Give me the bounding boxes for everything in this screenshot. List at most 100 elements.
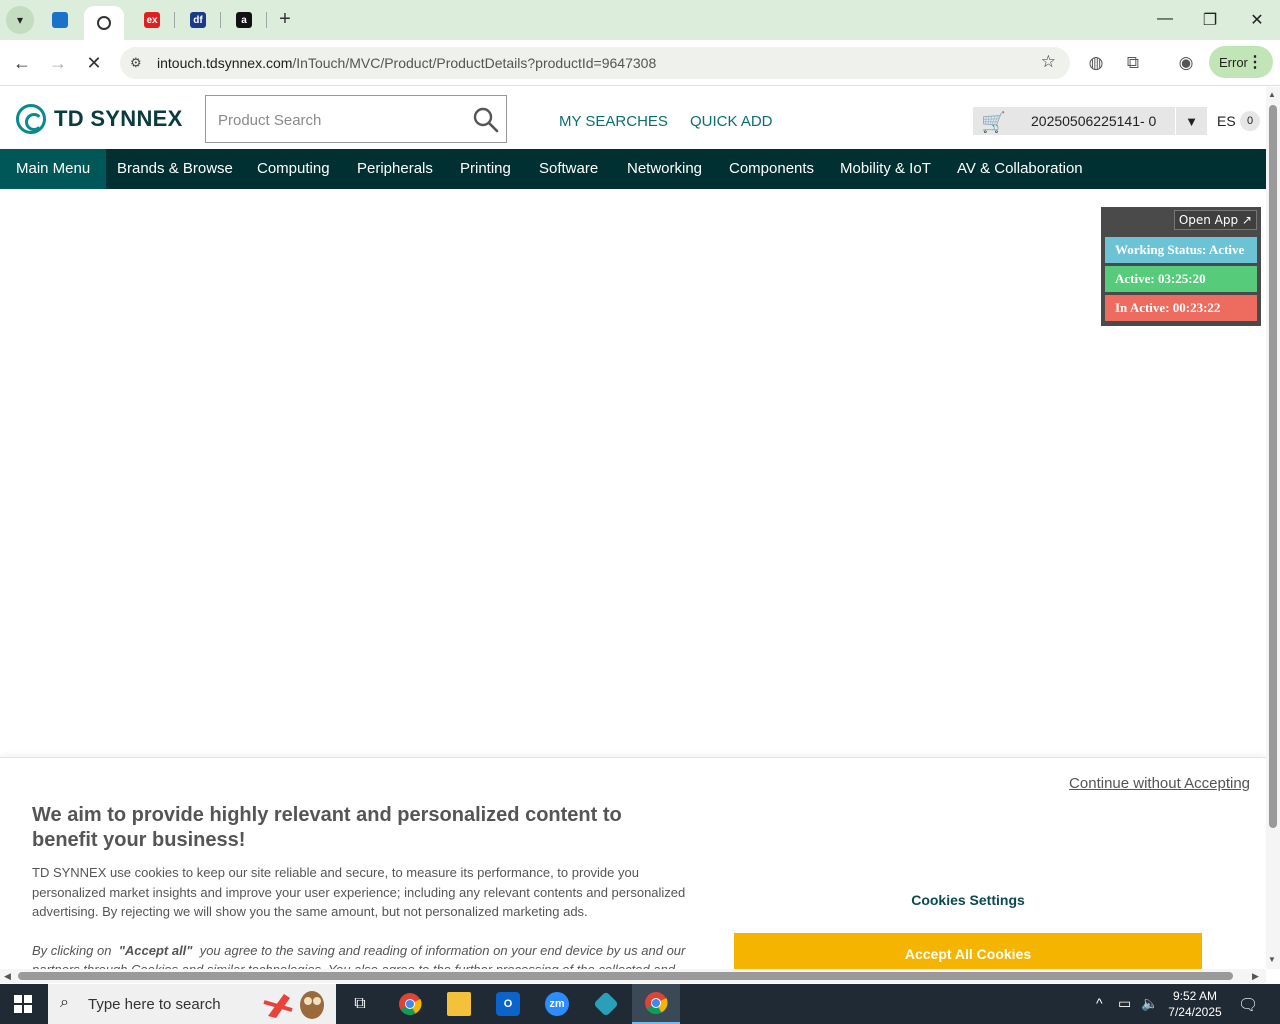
- bookmark-star-icon[interactable]: ☆: [1041, 52, 1056, 72]
- cookie-banner-title: We aim to provide highly relevant and pe…: [32, 804, 622, 851]
- browser-tab-1[interactable]: [40, 6, 80, 34]
- nav-software[interactable]: Software: [539, 149, 598, 189]
- scroll-right-arrow-icon[interactable]: ▶: [1252, 971, 1259, 982]
- search-highlight-illustration-icon: [263, 991, 324, 1019]
- cart-dropdown-caret-icon[interactable]: ▼: [1175, 107, 1207, 135]
- minimize-icon[interactable]: —: [1155, 10, 1175, 28]
- windows-taskbar: ⌕ Type here to search ⧉ O zm ^ ▭ 🔈 9:52 …: [0, 984, 1280, 1024]
- horizontal-scroll-thumb[interactable]: [18, 972, 1233, 980]
- profile-icon[interactable]: ◉: [1176, 53, 1196, 73]
- chrome-logo-icon: [645, 992, 668, 1014]
- browser-tab-2-active[interactable]: [84, 6, 124, 40]
- product-search-input[interactable]: [218, 108, 468, 132]
- volume-icon[interactable]: 🔈: [1141, 995, 1158, 1012]
- cookie-consent-text: By clicking on "Accept all" you agree to…: [32, 941, 697, 969]
- more-options-icon[interactable]: ⋮: [1247, 52, 1263, 72]
- extensions-puzzle-icon[interactable]: ⧉: [1123, 53, 1143, 73]
- browser-toolbar: ← → ✕ ⚙ intouch.tdsynnex.com/InTouch/MVC…: [0, 40, 1280, 86]
- language-selector[interactable]: ES: [1217, 113, 1236, 129]
- url-path: /InTouch/MVC/Product/ProductDetails?prod…: [292, 55, 657, 71]
- back-arrow-icon[interactable]: ←: [11, 52, 33, 74]
- consent-emphasis: "Accept all": [118, 943, 193, 958]
- continue-without-accepting-link[interactable]: Continue without Accepting: [1069, 775, 1250, 792]
- clock-time: 9:52 AM: [1172, 989, 1218, 1003]
- tab-separator: [220, 12, 221, 28]
- app-diamond-icon[interactable]: [582, 984, 630, 1024]
- taskbar-search-placeholder: Type here to search: [88, 996, 221, 1013]
- tab-favicon-tdsynnex-icon: [97, 16, 111, 30]
- search-icon: ⌕: [60, 994, 69, 1011]
- url-text[interactable]: intouch.tdsynnex.com/InTouch/MVC/Product…: [157, 55, 656, 71]
- nav-av-collaboration[interactable]: AV & Collaboration: [957, 149, 1083, 189]
- language-count-badge: 0: [1240, 111, 1260, 131]
- cookie-banner-body: TD SYNNEX use cookies to keep our site r…: [32, 865, 686, 920]
- open-app-button[interactable]: Open App ↗: [1173, 210, 1257, 230]
- chrome-taskbar-icon[interactable]: [386, 984, 434, 1024]
- tab-favicon-df-icon: df: [190, 12, 206, 28]
- forward-arrow-icon[interactable]: →: [47, 52, 69, 74]
- horizontal-scrollbar[interactable]: ◀ ▶: [0, 969, 1266, 983]
- cookies-settings-button[interactable]: Cookies Settings: [734, 892, 1202, 908]
- tab-separator: [266, 12, 267, 28]
- scroll-up-arrow-icon[interactable]: ▲: [1268, 90, 1276, 99]
- active-time-row: Active: 03:25:20: [1105, 266, 1257, 292]
- nav-main-menu[interactable]: Main Menu: [0, 149, 107, 189]
- consent-prefix: By clicking on: [32, 943, 112, 958]
- url-host: intouch.tdsynnex.com: [157, 55, 293, 71]
- td-synnex-logo[interactable]: TD SYNNEX: [16, 104, 183, 134]
- clock-date: 7/24/2025: [1168, 1005, 1222, 1019]
- nav-components[interactable]: Components: [729, 149, 814, 189]
- accept-all-cookies-button[interactable]: Accept All Cookies: [734, 933, 1202, 969]
- inactive-time-row: In Active: 00:23:22: [1105, 295, 1257, 321]
- address-bar[interactable]: ⚙ intouch.tdsynnex.com/InTouch/MVC/Produ…: [120, 47, 1070, 79]
- browser-tab-strip: ▾ ex df a + — ❐ ✕: [0, 0, 1280, 40]
- zoom-icon[interactable]: zm: [533, 984, 581, 1024]
- vertical-scroll-thumb[interactable]: [1269, 105, 1277, 828]
- close-window-icon[interactable]: ✕: [1247, 10, 1267, 30]
- working-status-widget: Open App ↗ Working Status: Active Active…: [1101, 207, 1261, 326]
- search-icon[interactable]: [472, 106, 500, 134]
- file-explorer-icon[interactable]: [435, 984, 483, 1024]
- system-clock[interactable]: 9:52 AM 7/24/2025: [1160, 988, 1230, 1020]
- notification-center-icon[interactable]: 🗨: [1238, 995, 1258, 1015]
- network-icon[interactable]: ▭: [1118, 995, 1131, 1012]
- working-status-row: Working Status: Active: [1105, 237, 1257, 263]
- scroll-left-arrow-icon[interactable]: ◀: [4, 971, 11, 982]
- browser-error-button[interactable]: Error ⋮: [1209, 46, 1273, 78]
- nav-printing[interactable]: Printing: [460, 149, 511, 189]
- vertical-scrollbar[interactable]: ▲ ▼: [1266, 87, 1280, 969]
- tab-search-menu-button[interactable]: ▾: [6, 6, 34, 34]
- outlook-icon[interactable]: O: [484, 984, 532, 1024]
- nav-computing[interactable]: Computing: [257, 149, 330, 189]
- product-search-box: [205, 95, 507, 143]
- task-view-icon[interactable]: ⧉: [336, 984, 384, 1024]
- my-searches-link[interactable]: MY SEARCHES: [559, 113, 668, 130]
- browser-tab-5[interactable]: a: [224, 6, 264, 34]
- nav-mobility-iot[interactable]: Mobility & IoT: [840, 149, 931, 189]
- site-header: TD SYNNEX MY SEARCHES QUICK ADD 🛒 202505…: [0, 87, 1266, 149]
- cart-label: 20250506225141- 0: [1031, 113, 1157, 129]
- nav-peripherals[interactable]: Peripherals: [357, 149, 433, 189]
- nav-brands-browse[interactable]: Brands & Browse: [117, 149, 233, 189]
- browser-tab-4[interactable]: df: [178, 6, 218, 34]
- chevron-down-icon: ▾: [16, 13, 24, 27]
- site-info-icon[interactable]: ⚙: [130, 55, 142, 71]
- chrome-profile-taskbar-icon[interactable]: [632, 984, 680, 1024]
- scroll-down-arrow-icon[interactable]: ▼: [1268, 955, 1276, 964]
- tab-separator: [174, 12, 175, 28]
- restore-icon[interactable]: ❐: [1200, 10, 1220, 30]
- tab-favicon-amazon-icon: a: [236, 12, 252, 28]
- quick-add-link[interactable]: QUICK ADD: [690, 113, 773, 130]
- nav-networking[interactable]: Networking: [627, 149, 702, 189]
- stop-loading-icon[interactable]: ✕: [83, 52, 105, 74]
- browser-tab-3[interactable]: ex: [132, 6, 172, 34]
- show-hidden-icons-chevron-icon[interactable]: ^: [1096, 995, 1103, 1011]
- new-tab-plus-icon[interactable]: +: [274, 8, 296, 30]
- main-navigation: Main Menu Brands & Browse Computing Peri…: [0, 149, 1266, 189]
- windows-start-icon[interactable]: [14, 995, 32, 1013]
- error-label: Error: [1219, 54, 1248, 70]
- translate-globe-icon[interactable]: ◍: [1086, 53, 1106, 73]
- shopping-cart-icon: 🛒: [981, 112, 1006, 134]
- taskbar-search-box[interactable]: ⌕ Type here to search: [48, 984, 336, 1024]
- cart-selector[interactable]: 🛒 20250506225141- 0 ▼: [973, 107, 1207, 135]
